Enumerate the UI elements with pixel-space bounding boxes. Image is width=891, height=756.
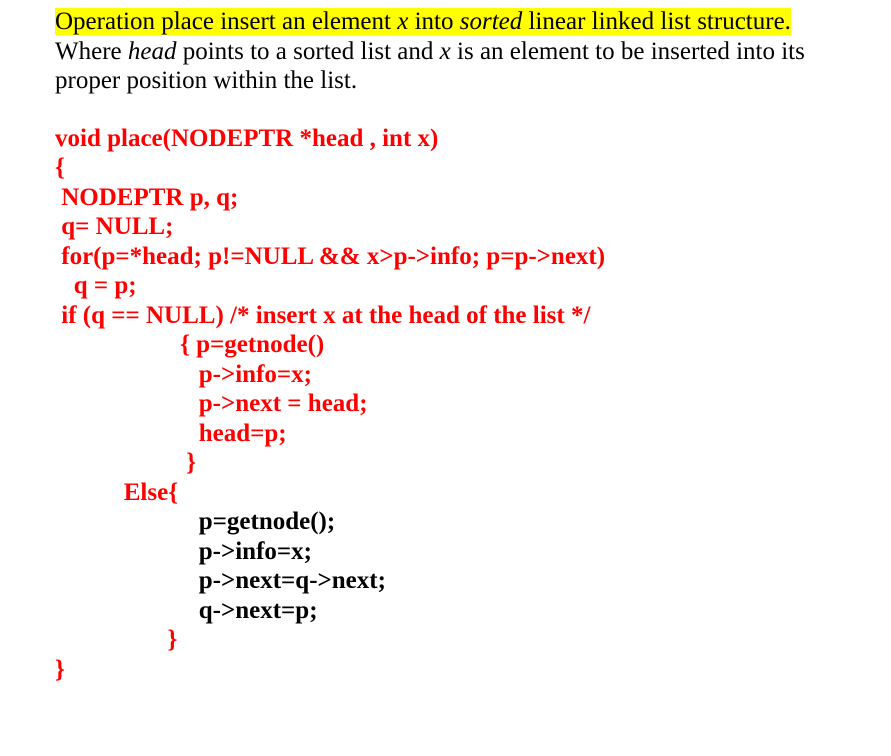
code-line-01: void place(NODEPTR *head , int x) [55,125,438,152]
code-line-08: { p=getnode() [55,331,324,358]
code-block: void place(NODEPTR *head , int x) { NODE… [55,124,891,685]
hl-text-post: linear linked list structure. [522,8,791,35]
code-line-02: { [55,154,65,181]
hl-text-mid: into [408,8,459,35]
plain-var-x: x [440,38,451,65]
code-line-03: NODEPTR p, q; [55,184,238,211]
plain-pre: Where [55,38,128,65]
code-line-07: if (q == NULL) /* insert x at the head o… [55,302,590,329]
code-line-19: } [55,656,65,683]
code-line-12: } [55,449,196,476]
code-line-17: q->next=p; [55,597,318,624]
code-line-10: p->next = head; [55,390,368,417]
hl-text-pre: Operation place insert an element [55,8,397,35]
hl-var-x: x [397,8,408,35]
code-line-06: q = p; [55,272,137,299]
code-line-15: p->info=x; [55,538,312,565]
plain-mid1: points to a sorted list and [176,38,439,65]
plain-var-head: head [128,38,177,65]
document-page: Operation place insert an element x into… [0,0,891,756]
code-line-04: q= NULL; [55,213,173,240]
highlight-span: Operation place insert an element x into… [55,8,791,35]
code-line-09: p->info=x; [55,361,312,388]
code-line-11: head=p; [55,420,287,447]
code-line-13: Else{ [55,479,178,506]
hl-var-sorted: sorted [460,8,523,35]
intro-paragraph: Operation place insert an element x into… [55,7,840,96]
code-line-16: p->next=q->next; [55,567,386,594]
code-line-18: } [55,626,177,653]
code-line-05: for(p=*head; p!=NULL && x>p->info; p=p->… [55,243,605,270]
code-line-14: p=getnode(); [55,508,335,535]
